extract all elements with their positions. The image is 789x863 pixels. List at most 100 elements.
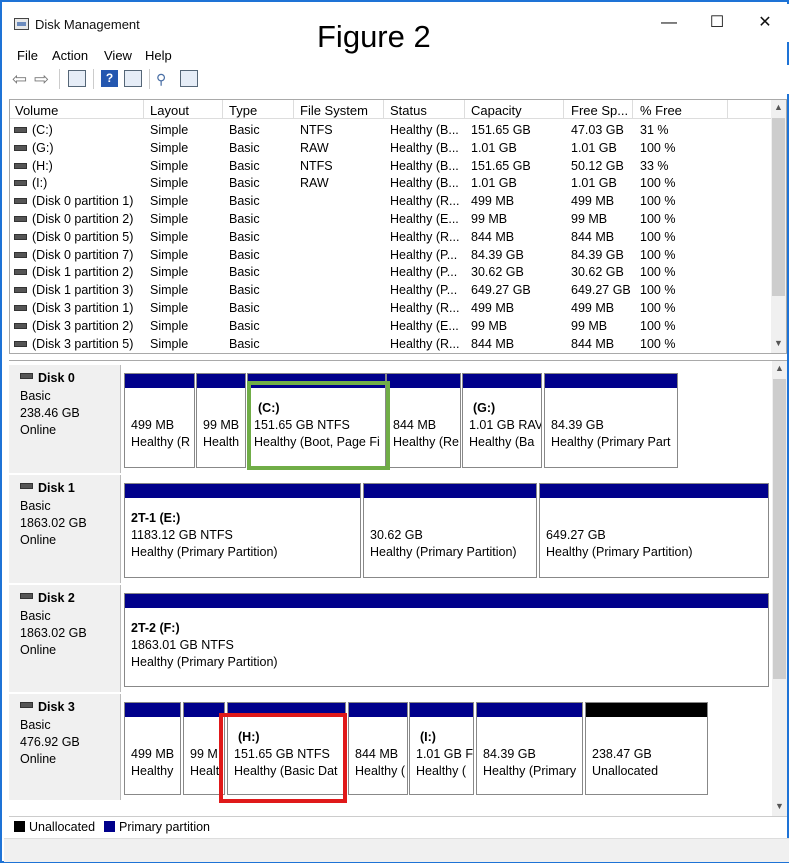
partition-block[interactable]: 99 MB Health <box>196 373 246 468</box>
table-row[interactable]: (Disk 1 partition 3) Simple Basic Healthy (… <box>10 281 772 299</box>
partition-color-bar <box>197 374 245 388</box>
cell-status: Healthy (E... <box>390 318 459 333</box>
table-row[interactable]: (H:) Simple Basic NTFS Healthy (B... 151.65 G… <box>10 157 772 175</box>
scrollbar-thumb[interactable] <box>772 118 785 296</box>
cell-fs: NTFS <box>300 123 333 137</box>
table-row[interactable]: (Disk 0 partition 7) Simple Basic Healthy (… <box>10 246 772 264</box>
scroll-up-icon[interactable]: ▲ <box>771 102 786 112</box>
properties-icon[interactable] <box>180 70 198 87</box>
table-row[interactable]: (I:) Simple Basic RAW Healthy (B... 1.01 GB 1.… <box>10 174 772 192</box>
table-row[interactable]: (Disk 3 partition 5) Simple Basic Healthy (… <box>10 335 772 353</box>
partition-title: 2T-1 (E:) <box>131 511 181 525</box>
disk-name: Disk 1 <box>38 481 75 495</box>
column-header-file-system[interactable]: File System <box>300 103 368 118</box>
cell-volume: (Disk 3 partition 5) <box>32 336 134 351</box>
table-row[interactable]: (Disk 0 partition 2) Simple Basic Healthy (… <box>10 210 772 228</box>
graph-scrollbar[interactable]: ▲ ▼ <box>772 361 787 817</box>
partition-block[interactable]: 499 MB Healthy <box>124 702 181 795</box>
drive-icon <box>14 144 27 151</box>
table-row[interactable]: (C:) Simple Basic NTFS Healthy (B... 151.65 G… <box>10 121 772 139</box>
column-header-percent-free[interactable]: % Free <box>640 103 682 118</box>
partition-block[interactable]: 30.62 GB Healthy (Primary Partition) <box>363 483 537 578</box>
show-hide-console-icon[interactable] <box>68 70 86 87</box>
partition-block[interactable]: 84.39 GB Healthy (Primary Part <box>544 373 678 468</box>
cell-capacity: 844 MB <box>471 336 515 351</box>
cell-pct: 100 % <box>640 247 676 262</box>
cell-pct: 31 % <box>640 123 669 137</box>
column-divider[interactable] <box>464 100 465 118</box>
connect-icon[interactable]: ⚲ <box>156 70 174 88</box>
table-row[interactable]: (Disk 3 partition 1) Simple Basic Healthy (… <box>10 299 772 317</box>
partition-block[interactable]: 844 MB Healthy (Re <box>386 373 461 468</box>
cell-layout: Simple <box>150 123 189 137</box>
disk-label-3[interactable]: Disk 3 Basic 476.92 GB Online <box>9 694 121 800</box>
partition-size: 499 MB <box>131 747 175 761</box>
console-tree-icon[interactable] <box>124 70 142 87</box>
maximize-button[interactable]: ☐ <box>694 10 740 36</box>
partition-color-bar <box>387 374 460 388</box>
cell-capacity: 151.65 GB <box>471 123 531 137</box>
column-divider[interactable] <box>293 100 294 118</box>
app-window: Disk Management Figure 2 — ☐ ✕ File Acti… <box>0 0 789 863</box>
column-divider[interactable] <box>727 100 728 118</box>
menu-file[interactable]: File <box>17 48 38 63</box>
partition-block[interactable]: 84.39 GB Healthy (Primary <box>476 702 583 795</box>
table-row[interactable]: (Disk 0 partition 5) Simple Basic Healthy (… <box>10 228 772 246</box>
partition-block[interactable]: 649.27 GB Healthy (Primary Partition) <box>539 483 769 578</box>
forward-arrow-icon[interactable]: ⇨ <box>34 70 52 88</box>
scroll-down-icon[interactable]: ▼ <box>771 338 786 348</box>
partition-block[interactable]: 2T-1 (E:) 1183.12 GB NTFS Healthy (Primary… <box>124 483 361 578</box>
column-header-type[interactable]: Type <box>229 103 257 118</box>
drive-icon <box>14 340 27 347</box>
column-header-free-space[interactable]: Free Sp... <box>571 103 628 118</box>
disk-label-1[interactable]: Disk 1 Basic 1863.02 GB Online <box>9 475 121 583</box>
minimize-button[interactable]: — <box>646 10 692 36</box>
cell-volume: (Disk 3 partition 1) <box>32 301 134 315</box>
disk-label-0[interactable]: Disk 0 Basic 238.46 GB Online <box>9 365 121 473</box>
cell-pct: 100 % <box>640 301 676 315</box>
disk-label-2[interactable]: Disk 2 Basic 1863.02 GB Online <box>9 585 121 692</box>
column-divider[interactable] <box>383 100 384 118</box>
back-arrow-icon[interactable]: ⇦ <box>12 70 30 88</box>
scroll-up-icon[interactable]: ▲ <box>772 363 787 373</box>
partition-block[interactable]: (I:) 1.01 GB F Healthy ( <box>409 702 474 795</box>
table-row[interactable]: (Disk 1 partition 2) Simple Basic Healthy (… <box>10 263 772 281</box>
disk-type: Basic <box>20 718 51 732</box>
cell-capacity: 844 MB <box>471 229 515 244</box>
partition-status: Healthy ( <box>355 764 406 778</box>
table-row[interactable]: (Disk 3 partition 2) Simple Basic Healthy (… <box>10 317 772 335</box>
column-header-layout[interactable]: Layout <box>150 103 189 118</box>
help-icon[interactable]: ? <box>101 70 118 87</box>
menu-help[interactable]: Help <box>145 48 172 63</box>
partition-block[interactable]: 238.47 GB Unallocated <box>585 702 708 795</box>
column-divider[interactable] <box>632 100 633 118</box>
column-header-status[interactable]: Status <box>390 103 427 118</box>
column-header-volume[interactable]: Volume <box>15 103 58 118</box>
cell-free: 844 MB <box>571 336 615 351</box>
partition-block[interactable]: 844 MB Healthy ( <box>348 702 408 795</box>
column-divider[interactable] <box>222 100 223 118</box>
partition-block[interactable]: (G:) 1.01 GB RAV Healthy (Ba <box>462 373 542 468</box>
cell-status: Healthy (B... <box>390 158 459 173</box>
partition-color-bar <box>540 484 768 498</box>
column-header-capacity[interactable]: Capacity <box>471 103 522 118</box>
scrollbar-thumb[interactable] <box>773 379 786 679</box>
column-divider[interactable] <box>143 100 144 118</box>
table-row[interactable]: (Disk 0 partition 1) Simple Basic Healthy (… <box>10 192 772 210</box>
cell-layout: Simple <box>150 158 189 173</box>
column-divider[interactable] <box>563 100 564 118</box>
menu-action[interactable]: Action <box>52 48 88 63</box>
drive-icon <box>14 198 27 205</box>
disk-graph-view: Disk 0 Basic 238.46 GB Online 499 MB Healthy … <box>9 360 787 817</box>
partition-status: Healthy (Re <box>393 435 459 449</box>
volume-list-scrollbar[interactable]: ▲ ▼ <box>771 100 786 353</box>
table-row[interactable]: (G:) Simple Basic RAW Healthy (B... 1.01 GB 1.… <box>10 139 772 157</box>
partition-block[interactable]: 499 MB Healthy (R <box>124 373 195 468</box>
scroll-down-icon[interactable]: ▼ <box>772 801 787 811</box>
menu-view[interactable]: View <box>104 48 132 63</box>
disk-state: Online <box>20 643 57 657</box>
partition-size: 1863.01 GB NTFS <box>131 638 234 652</box>
close-button[interactable]: ✕ <box>742 10 788 36</box>
partition-block[interactable]: 2T-2 (F:) 1863.01 GB NTFS Healthy (Primary… <box>124 593 769 687</box>
cell-status: Healthy (R... <box>390 301 460 315</box>
